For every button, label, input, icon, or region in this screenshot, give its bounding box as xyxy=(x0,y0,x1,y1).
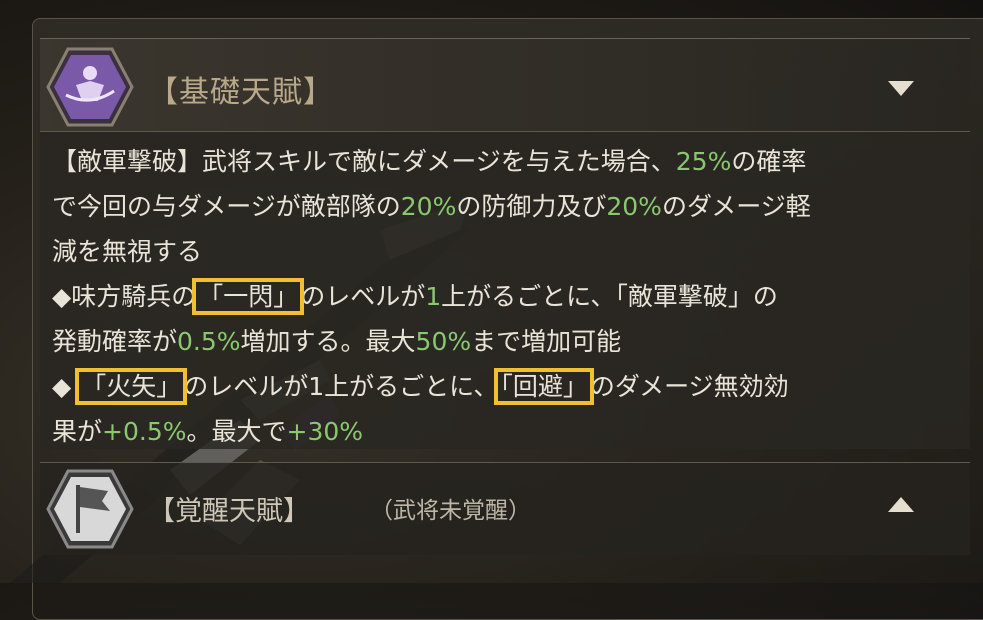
chevron-down-icon[interactable] xyxy=(888,81,914,96)
value-green: 50% xyxy=(415,327,472,356)
text: 発動確率が xyxy=(52,327,178,356)
highlighted-skill-kaihi: 「回避」 xyxy=(494,368,594,405)
text: のレベルが xyxy=(300,282,426,311)
basic-talent-panel: 【基礎天賦】 【敵軍撃破】武将スキルで敵にダメージを与えた場合、25%の確率 で… xyxy=(40,38,970,449)
value-green: 20% xyxy=(606,192,662,221)
text: 上がるごとに、「敵軍撃破」の xyxy=(441,282,778,311)
text: 【敵軍撃破】武将スキルで敵にダメージを与えた場合、 xyxy=(52,147,676,176)
text: のレベルが1上がるごとに、 xyxy=(183,372,499,401)
text: 果が xyxy=(52,417,103,446)
text: 減を無視する xyxy=(52,237,203,266)
highlighted-skill-hiya: 「火矢」 xyxy=(75,368,188,405)
awakening-talent-status: （武将未覚醒） xyxy=(370,498,531,524)
text: ◆味方騎兵の xyxy=(52,282,197,311)
awakening-talent-header[interactable]: 【覚醒天賦】 （武将未覚醒） xyxy=(40,462,970,555)
purple-warrior-emblem-icon xyxy=(46,47,134,127)
basic-talent-header[interactable]: 【基礎天賦】 xyxy=(40,39,970,132)
value-green: +30% xyxy=(286,417,364,446)
description-line-2: で今回の与ダメージが敵部隊の20%の防御力及び20%のダメージ軽 xyxy=(52,184,957,229)
text: ◆ xyxy=(52,372,80,401)
text: 増加する。最大 xyxy=(240,327,416,356)
text: 。最大で xyxy=(186,417,287,446)
description-line-7: 果が+0.5%。最大で+30% xyxy=(52,409,957,454)
description-line-4: ◆味方騎兵の「一閃」のレベルが1上がるごとに、「敵軍撃破」の xyxy=(52,274,957,319)
text: で今回の与ダメージが敵部隊の xyxy=(52,192,401,221)
description-line-5: 発動確率が0.5%増加する。最大50%まで増加可能 xyxy=(52,319,957,364)
text: のダメージ無効効 xyxy=(589,372,789,401)
value-green: 1 xyxy=(425,282,442,311)
text: のダメージ軽 xyxy=(661,192,811,221)
basic-talent-title: 【基礎天賦】 xyxy=(148,75,334,110)
highlighted-skill-issen: 「一閃」 xyxy=(192,278,305,315)
text: の確率 xyxy=(731,147,807,176)
value-green: +0.5% xyxy=(102,417,187,446)
awakening-talent-title: 【覚醒天賦】 xyxy=(148,496,310,527)
basic-talent-description: 【敵軍撃破】武将スキルで敵にダメージを与えた場合、25%の確率 で今回の与ダメー… xyxy=(52,139,957,454)
value-green: 0.5% xyxy=(177,327,241,356)
value-green: 20% xyxy=(400,192,457,221)
value-green: 25% xyxy=(675,147,732,176)
description-line-1: 【敵軍撃破】武将スキルで敵にダメージを与えた場合、25%の確率 xyxy=(52,139,957,184)
chevron-up-icon[interactable] xyxy=(888,497,914,512)
description-line-3: 減を無視する xyxy=(52,229,957,274)
text: の防御力及び xyxy=(456,192,607,221)
description-line-6: ◆ 「火矢」のレベルが1上がるごとに、「回避」のダメージ無効効 xyxy=(52,364,957,409)
text: まで増加可能 xyxy=(471,327,622,356)
flag-emblem-icon xyxy=(46,469,134,549)
